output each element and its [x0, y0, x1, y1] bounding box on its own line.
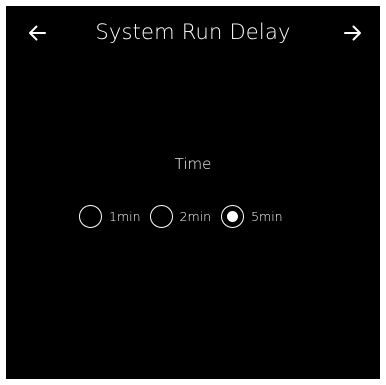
time-option-label: 5min	[251, 208, 283, 224]
time-option-5min[interactable]: 5min	[221, 204, 283, 228]
page-title: System Run Delay	[95, 20, 291, 44]
time-option-label: 2min	[179, 208, 212, 224]
time-option-2min[interactable]: 2min	[149, 204, 212, 228]
time-label: Time	[174, 155, 212, 173]
arrow-right-icon	[344, 25, 361, 41]
time-radio-group: 1min 2min 5min	[79, 202, 283, 230]
time-option-1min[interactable]: 1min	[79, 204, 141, 228]
radio-button-2min[interactable]	[149, 204, 173, 228]
app-screen: System Run Delay Time 1min 2min 5min	[6, 6, 380, 379]
forward-button[interactable]	[339, 21, 367, 45]
radio-button-1min[interactable]	[79, 204, 102, 228]
time-option-label: 1min	[109, 208, 141, 224]
header-bar: System Run Delay	[6, 6, 380, 62]
radio-button-5min[interactable]	[221, 204, 245, 228]
radio-selected-dot	[227, 210, 239, 222]
